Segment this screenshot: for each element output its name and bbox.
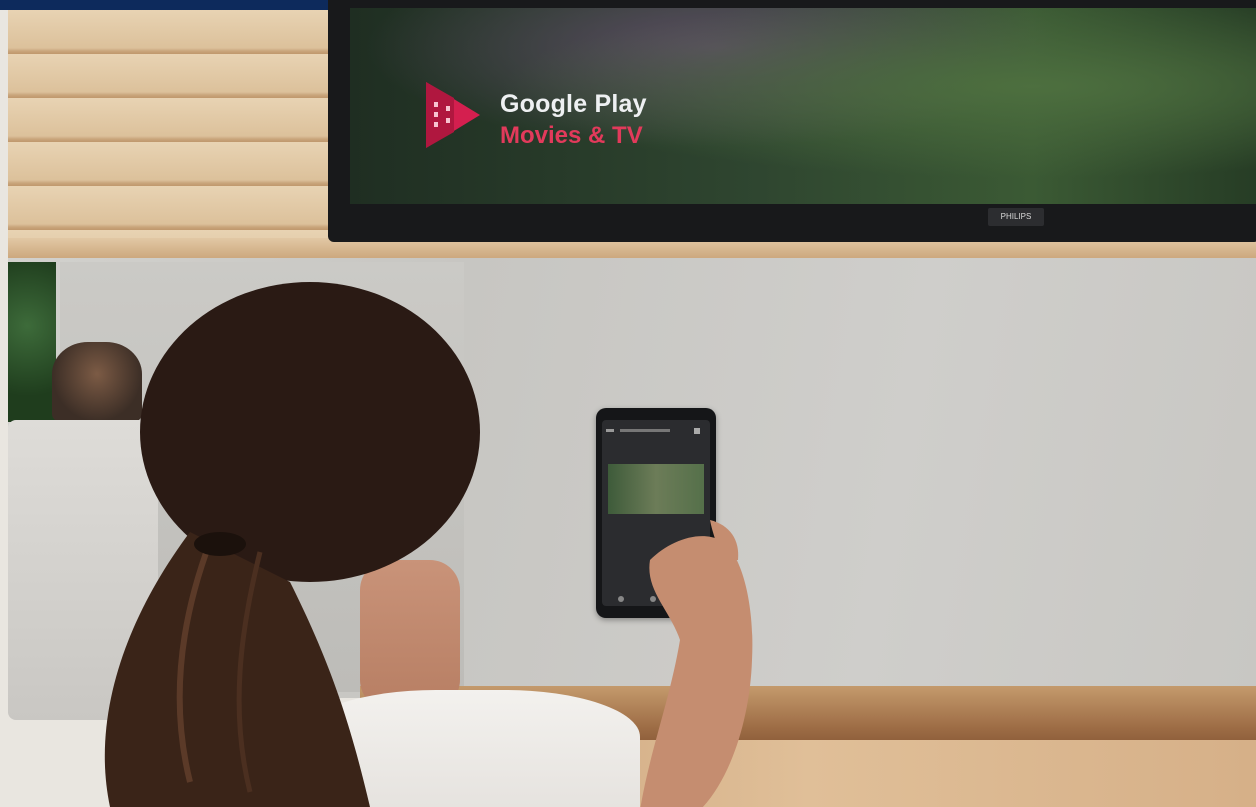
wood-slat-wall (8, 10, 338, 258)
tv-logo-title: Google Play (500, 90, 647, 118)
plant (8, 262, 56, 422)
tv-brand-badge: PHILIPS (988, 208, 1044, 226)
photo-scene: Google Play Movies & TV PHILIPS (0, 0, 1256, 807)
google-play-movies-icon (426, 82, 480, 148)
woman-hair (104, 282, 480, 807)
phone-back-icon (618, 596, 624, 602)
hand-arm (640, 520, 753, 807)
television: Google Play Movies & TV PHILIPS (328, 0, 1256, 242)
tv-logo-subtitle: Movies & TV (500, 122, 643, 149)
phone-video-thumbnail (608, 464, 704, 514)
phone-app-header (606, 428, 700, 434)
tv-screen: Google Play Movies & TV (350, 8, 1256, 204)
